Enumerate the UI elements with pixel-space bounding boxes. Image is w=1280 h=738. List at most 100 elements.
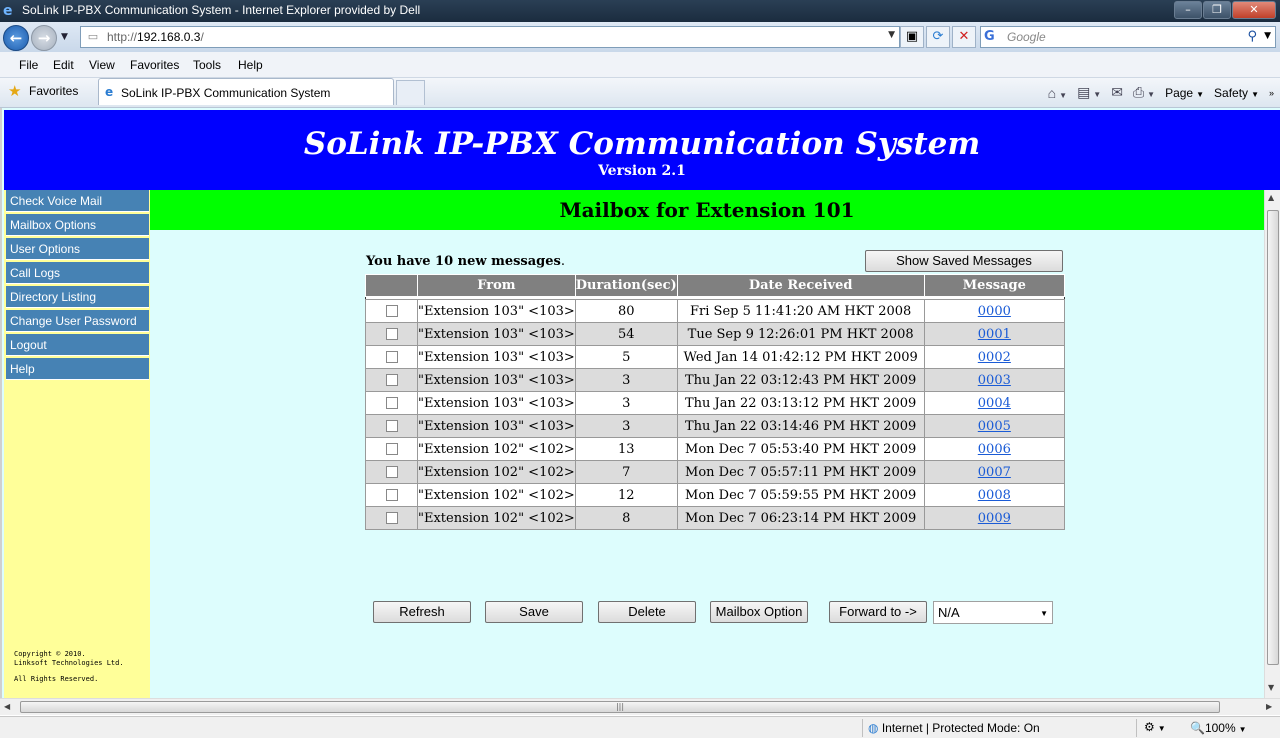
sidebar-item-call-logs[interactable]: Call Logs bbox=[6, 262, 149, 284]
message-link[interactable]: 0009 bbox=[978, 511, 1011, 526]
mail-icon[interactable]: ✉ bbox=[1111, 84, 1123, 101]
select-cell bbox=[365, 483, 418, 507]
message-link[interactable]: 0005 bbox=[978, 419, 1011, 434]
zoom-level[interactable]: 🔍100% ▼ bbox=[1190, 721, 1247, 735]
menu-edit[interactable]: Edit bbox=[53, 58, 74, 72]
message-link[interactable]: 0006 bbox=[978, 442, 1011, 457]
horizontal-scroll-thumb[interactable]: ||| bbox=[20, 701, 1220, 713]
favorites-button[interactable]: Favorites bbox=[29, 84, 78, 98]
refresh-icon[interactable]: ⟳ bbox=[926, 26, 950, 48]
command-bar: ⌂ ▼ ▤ ▼ ✉ ⎙ ▼ Page ▼ Safety ▼ » bbox=[1038, 84, 1274, 101]
horizontal-scrollbar[interactable]: ◀ ||| ▶ bbox=[0, 698, 1280, 715]
home-icon[interactable]: ⌂ ▼ bbox=[1048, 85, 1067, 101]
print-icon[interactable]: ⎙ ▼ bbox=[1133, 84, 1155, 101]
status-separator bbox=[1136, 719, 1137, 737]
menu-help[interactable]: Help bbox=[238, 58, 263, 72]
message-checkbox[interactable] bbox=[385, 351, 398, 363]
protected-mode-icon[interactable]: ⚙ ▼ bbox=[1144, 720, 1166, 734]
back-button[interactable]: ← bbox=[3, 25, 29, 51]
page-icon: ▭ bbox=[87, 30, 99, 43]
message-link[interactable]: 0000 bbox=[978, 304, 1011, 319]
sidebar-item-logout[interactable]: Logout bbox=[6, 334, 149, 356]
maximize-button[interactable]: ❐ bbox=[1203, 1, 1231, 19]
forward-to-button[interactable]: Forward to -> bbox=[829, 601, 927, 623]
sidebar-item-change-password[interactable]: Change User Password bbox=[6, 310, 149, 332]
forward-button[interactable]: → bbox=[31, 25, 57, 51]
address-toolbar: ← → ▼ ▭ http://192.168.0.3/ ▼ ▣ ⟳ ✕ G Go… bbox=[0, 22, 1280, 52]
page-title: SoLink IP-PBX Communication System bbox=[303, 126, 981, 162]
delete-button[interactable]: Delete bbox=[598, 601, 696, 623]
security-zone[interactable]: ◍ Internet | Protected Mode: On bbox=[868, 721, 1040, 735]
scroll-up-icon[interactable]: ▲ bbox=[1268, 193, 1274, 202]
close-window-button[interactable]: ✕ bbox=[1232, 1, 1276, 19]
date-cell: Mon Dec 7 05:57:11 PM HKT 2009 bbox=[676, 460, 925, 484]
message-checkbox[interactable] bbox=[385, 374, 398, 386]
vertical-scroll-thumb[interactable] bbox=[1267, 210, 1279, 665]
search-field[interactable]: G Google ⚲ ▼ bbox=[980, 26, 1276, 48]
message-checkbox[interactable] bbox=[385, 443, 398, 455]
address-field[interactable]: ▭ http://192.168.0.3/ ▼ bbox=[80, 26, 900, 48]
favorites-star-icon[interactable]: ★ bbox=[8, 82, 21, 100]
message-link[interactable]: 0008 bbox=[978, 488, 1011, 503]
message-link[interactable]: 0002 bbox=[978, 350, 1011, 365]
message-checkbox[interactable] bbox=[385, 466, 398, 478]
show-saved-messages-button[interactable]: Show Saved Messages bbox=[865, 250, 1063, 272]
message-link[interactable]: 0007 bbox=[978, 465, 1011, 480]
new-tab-button[interactable] bbox=[396, 80, 425, 105]
globe-icon: ◍ bbox=[868, 721, 879, 735]
menu-view[interactable]: View bbox=[89, 58, 115, 72]
message-link[interactable]: 0004 bbox=[978, 396, 1011, 411]
message-link[interactable]: 0003 bbox=[978, 373, 1011, 388]
from-cell: "Extension 103" <103> bbox=[417, 368, 576, 392]
sidebar: Check Voice Mail Mailbox Options User Op… bbox=[4, 190, 150, 698]
sidebar-item-directory-listing[interactable]: Directory Listing bbox=[6, 286, 149, 308]
sidebar-item-mailbox-options[interactable]: Mailbox Options bbox=[6, 214, 149, 236]
message-checkbox[interactable] bbox=[385, 512, 398, 524]
vertical-scrollbar[interactable]: ▲ ▼ bbox=[1264, 190, 1280, 698]
url-text[interactable]: http://192.168.0.3/ bbox=[107, 30, 204, 44]
search-icon[interactable]: ⚲ bbox=[1247, 29, 1257, 44]
mailbox-option-button[interactable]: Mailbox Option bbox=[710, 601, 808, 623]
forward-destination-select[interactable]: N/A ▼ bbox=[933, 601, 1053, 624]
sidebar-item-help[interactable]: Help bbox=[6, 358, 149, 380]
save-button[interactable]: Save bbox=[485, 601, 583, 623]
scroll-down-icon[interactable]: ▼ bbox=[1268, 683, 1274, 692]
date-cell: Wed Jan 14 01:42:12 PM HKT 2009 bbox=[676, 345, 925, 369]
message-checkbox[interactable] bbox=[385, 397, 398, 409]
menu-file[interactable]: File bbox=[19, 58, 38, 72]
address-dropdown-icon[interactable]: ▼ bbox=[888, 30, 895, 40]
tab-solink[interactable]: e SoLink IP-PBX Communication System bbox=[98, 78, 394, 105]
stop-icon[interactable]: ✕ bbox=[952, 26, 976, 48]
chevron-more-icon[interactable]: » bbox=[1269, 88, 1274, 98]
scroll-left-icon[interactable]: ◀ bbox=[4, 702, 10, 711]
safety-menu[interactable]: Safety ▼ bbox=[1214, 86, 1259, 100]
select-cell bbox=[365, 506, 418, 530]
search-placeholder[interactable]: Google bbox=[1007, 30, 1046, 44]
message-checkbox[interactable] bbox=[385, 420, 398, 432]
status-separator bbox=[862, 719, 863, 737]
sidebar-item-check-voice-mail[interactable]: Check Voice Mail bbox=[6, 190, 149, 212]
page-menu[interactable]: Page ▼ bbox=[1165, 86, 1204, 100]
message-checkbox[interactable] bbox=[385, 305, 398, 317]
message-checkbox[interactable] bbox=[385, 328, 398, 340]
message-cell: 0009 bbox=[923, 506, 1066, 530]
chevron-down-icon[interactable]: ▼ bbox=[1040, 603, 1048, 624]
compatibility-view-icon[interactable]: ▣ bbox=[900, 26, 924, 48]
table-row: "Extension 103" <103> 80 Fri Sep 5 11:41:2… bbox=[365, 299, 1066, 323]
message-link[interactable]: 0001 bbox=[978, 327, 1011, 342]
sidebar-item-user-options[interactable]: User Options bbox=[6, 238, 149, 260]
tab-title: SoLink IP-PBX Communication System bbox=[121, 86, 331, 100]
status-bar: ◍ Internet | Protected Mode: On ⚙ ▼ 🔍100%… bbox=[0, 716, 1280, 738]
message-cell: 0007 bbox=[923, 460, 1066, 484]
refresh-button[interactable]: Refresh bbox=[373, 601, 471, 623]
history-dropdown-icon[interactable]: ▼ bbox=[61, 32, 68, 42]
duration-cell: 80 bbox=[574, 299, 678, 323]
scroll-right-icon[interactable]: ▶ bbox=[1266, 702, 1272, 711]
search-dropdown-icon[interactable]: ▼ bbox=[1264, 31, 1271, 41]
select-cell bbox=[365, 299, 418, 323]
message-checkbox[interactable] bbox=[385, 489, 398, 501]
menu-tools[interactable]: Tools bbox=[193, 58, 221, 72]
menu-favorites[interactable]: Favorites bbox=[130, 58, 179, 72]
rss-feed-icon[interactable]: ▤ ▼ bbox=[1077, 84, 1101, 101]
minimize-button[interactable]: – bbox=[1174, 1, 1202, 19]
